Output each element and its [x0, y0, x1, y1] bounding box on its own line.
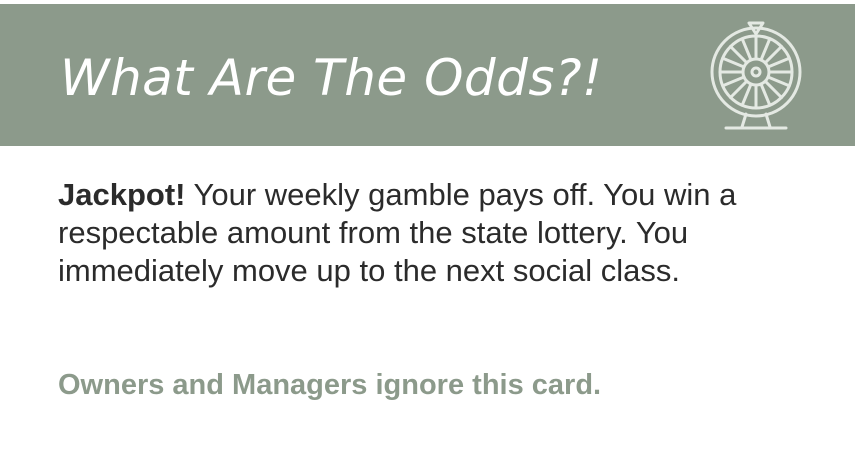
card-lead: Jackpot! — [58, 177, 186, 212]
event-card: What Are The Odds?! Jackpot! Your weekly… — [0, 0, 855, 459]
card-body: Jackpot! Your weekly gamble pays off. Yo… — [58, 176, 818, 290]
card-header: What Are The Odds?! — [0, 4, 855, 146]
card-title: What Are The Odds?! — [60, 49, 603, 107]
card-note: Owners and Managers ignore this card. — [58, 369, 602, 401]
prize-wheel-icon — [710, 21, 802, 130]
